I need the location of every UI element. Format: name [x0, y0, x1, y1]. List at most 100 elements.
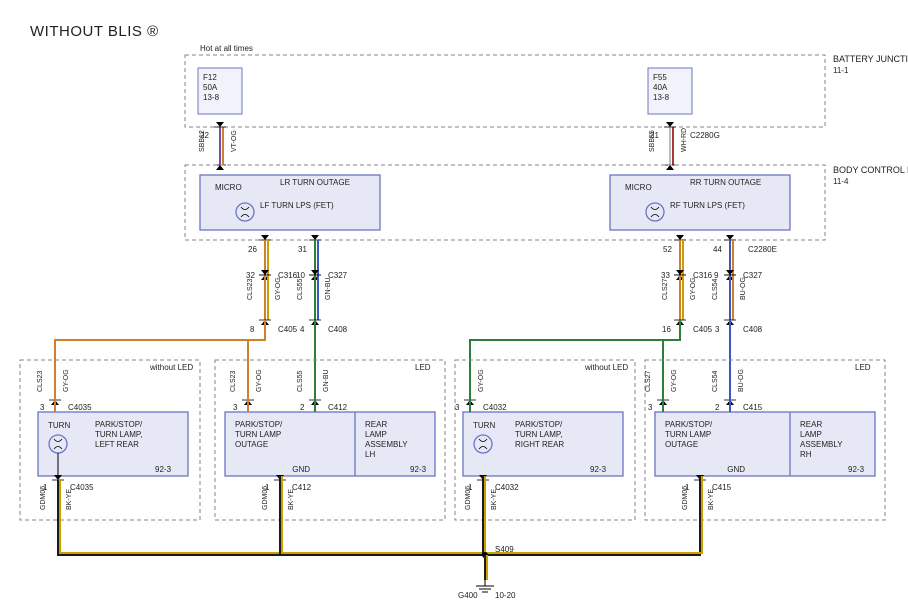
svg-text:CLS54: CLS54	[712, 370, 719, 392]
svg-text:C4035: C4035	[68, 403, 92, 412]
svg-text:CLS23: CLS23	[247, 278, 254, 300]
svg-text:CLS55: CLS55	[297, 370, 304, 392]
svg-text:LF TURN LPS (FET): LF TURN LPS (FET)	[260, 201, 334, 210]
svg-text:BATTERY JUNCTION BOX (BJB): BATTERY JUNCTION BOX (BJB)	[833, 54, 908, 64]
svg-text:WH-RD: WH-RD	[681, 128, 688, 152]
svg-text:GND: GND	[727, 465, 745, 474]
svg-text:RIGHT REAR: RIGHT REAR	[515, 440, 564, 449]
svg-text:3: 3	[40, 403, 45, 412]
bjb-box: Hot at all times BATTERY JUNCTION BOX (B…	[185, 44, 908, 127]
svg-text:C4035: C4035	[70, 483, 94, 492]
svg-text:OUTAGE: OUTAGE	[235, 440, 268, 449]
svg-text:RR TURN OUTAGE: RR TURN OUTAGE	[690, 178, 761, 187]
svg-text:F55: F55	[653, 73, 667, 82]
svg-text:TURN LAMP: TURN LAMP	[665, 430, 711, 439]
svg-text:CLS23: CLS23	[37, 370, 44, 392]
svg-text:F12: F12	[203, 73, 217, 82]
svg-text:C4032: C4032	[483, 403, 507, 412]
svg-text:92-3: 92-3	[590, 465, 607, 474]
svg-text:2: 2	[715, 403, 720, 412]
svg-text:PARK/STOP/: PARK/STOP/	[515, 420, 563, 429]
svg-text:GDM06: GDM06	[682, 486, 689, 510]
svg-text:G400: G400	[458, 591, 478, 600]
svg-text:C408: C408	[328, 325, 348, 334]
mid-left-a: 32 C316 CLS23 GY-OG 8 C405	[246, 240, 298, 334]
svg-text:CLS27: CLS27	[662, 278, 669, 300]
svg-text:92-3: 92-3	[410, 465, 427, 474]
svg-text:11-1: 11-1	[833, 66, 849, 75]
wire-sbb55: 21 C2280G SBB55 WH-RD	[649, 122, 720, 170]
svg-text:LAMP: LAMP	[365, 430, 387, 439]
svg-text:BK-YE: BK-YE	[288, 489, 295, 510]
diagram-title: WITHOUT BLIS ®	[30, 23, 159, 40]
svg-text:BU-OG: BU-OG	[740, 277, 747, 300]
svg-text:GDM06: GDM06	[40, 486, 47, 510]
svg-text:TURN: TURN	[48, 421, 70, 430]
svg-text:BK-YE: BK-YE	[491, 489, 498, 510]
svg-text:C4032: C4032	[495, 483, 519, 492]
svg-text:RF TURN LPS (FET): RF TURN LPS (FET)	[670, 201, 745, 210]
svg-text:52: 52	[663, 245, 672, 254]
svg-text:31: 31	[298, 245, 307, 254]
svg-text:GY-OG: GY-OG	[671, 369, 678, 392]
svg-text:16: 16	[662, 325, 671, 334]
svg-text:LED: LED	[415, 363, 431, 372]
svg-text:GY-OG: GY-OG	[478, 369, 485, 392]
svg-text:MICRO: MICRO	[215, 183, 242, 192]
svg-text:GN-BU: GN-BU	[325, 277, 332, 300]
svg-text:3: 3	[455, 403, 460, 412]
svg-text:GY-OG: GY-OG	[256, 369, 263, 392]
svg-text:TURN LAMP,: TURN LAMP,	[95, 430, 142, 439]
svg-text:SBB55: SBB55	[649, 130, 656, 152]
svg-text:CLS54: CLS54	[712, 278, 719, 300]
svg-text:8: 8	[250, 325, 255, 334]
mid-left-b: 10 C327 CLS55 GN-BU 4 C408	[296, 240, 348, 334]
svg-text:S409: S409	[495, 545, 514, 554]
svg-text:C415: C415	[743, 403, 763, 412]
svg-text:VT-OG: VT-OG	[231, 130, 238, 152]
svg-text:ASSEMBLY: ASSEMBLY	[365, 440, 408, 449]
svg-text:3: 3	[648, 403, 653, 412]
svg-text:REAR: REAR	[800, 420, 822, 429]
svg-text:LAMP: LAMP	[800, 430, 822, 439]
svg-text:50A: 50A	[203, 83, 218, 92]
svg-text:4: 4	[300, 325, 305, 334]
svg-text:TURN: TURN	[473, 421, 495, 430]
svg-text:3: 3	[715, 325, 720, 334]
wiring-diagram: WITHOUT BLIS ® Hot at all times BATTERY …	[0, 0, 908, 610]
svg-text:GN-BU: GN-BU	[323, 369, 330, 392]
svg-text:C2280G: C2280G	[690, 131, 720, 140]
mid-right-b: 9 C327 CLS54 BU-OG 3 C408	[712, 240, 763, 334]
svg-text:PARK/STOP/: PARK/STOP/	[665, 420, 713, 429]
svg-text:RH: RH	[800, 450, 812, 459]
svg-text:without LED: without LED	[149, 363, 193, 372]
svg-text:GY-OG: GY-OG	[690, 277, 697, 300]
svg-text:REAR: REAR	[365, 420, 387, 429]
svg-text:PARK/STOP/: PARK/STOP/	[235, 420, 283, 429]
svg-text:LH: LH	[365, 450, 375, 459]
svg-text:SBB12: SBB12	[199, 130, 206, 152]
svg-text:44: 44	[713, 245, 722, 254]
svg-text:MICRO: MICRO	[625, 183, 652, 192]
svg-text:13-8: 13-8	[653, 93, 670, 102]
svg-text:GDM06: GDM06	[465, 486, 472, 510]
bcm-pins: 26 31 52 44 C2280E	[248, 235, 777, 254]
svg-text:BU-OG: BU-OG	[738, 369, 745, 392]
svg-text:LED: LED	[855, 363, 871, 372]
svg-text:without LED: without LED	[584, 363, 628, 372]
svg-text:3: 3	[233, 403, 238, 412]
svg-text:10-20: 10-20	[495, 591, 516, 600]
svg-text:C412: C412	[328, 403, 348, 412]
svg-text:C2280E: C2280E	[748, 245, 777, 254]
svg-text:11-4: 11-4	[833, 177, 849, 186]
svg-text:TURN LAMP,: TURN LAMP,	[515, 430, 562, 439]
svg-text:BODY CONTROL MODULE (BCM): BODY CONTROL MODULE (BCM)	[833, 165, 908, 175]
group-2: LED CLS23 GY-OG CLS55 GN-BU 3 2 C412 PAR…	[215, 360, 485, 555]
svg-text:LEFT REAR: LEFT REAR	[95, 440, 139, 449]
svg-text:C405: C405	[278, 325, 298, 334]
svg-text:92-3: 92-3	[848, 465, 865, 474]
svg-text:92-3: 92-3	[155, 465, 172, 474]
svg-text:GDM06: GDM06	[262, 486, 269, 510]
svg-text:GY-OG: GY-OG	[275, 277, 282, 300]
svg-text:BK-YE: BK-YE	[708, 489, 715, 510]
